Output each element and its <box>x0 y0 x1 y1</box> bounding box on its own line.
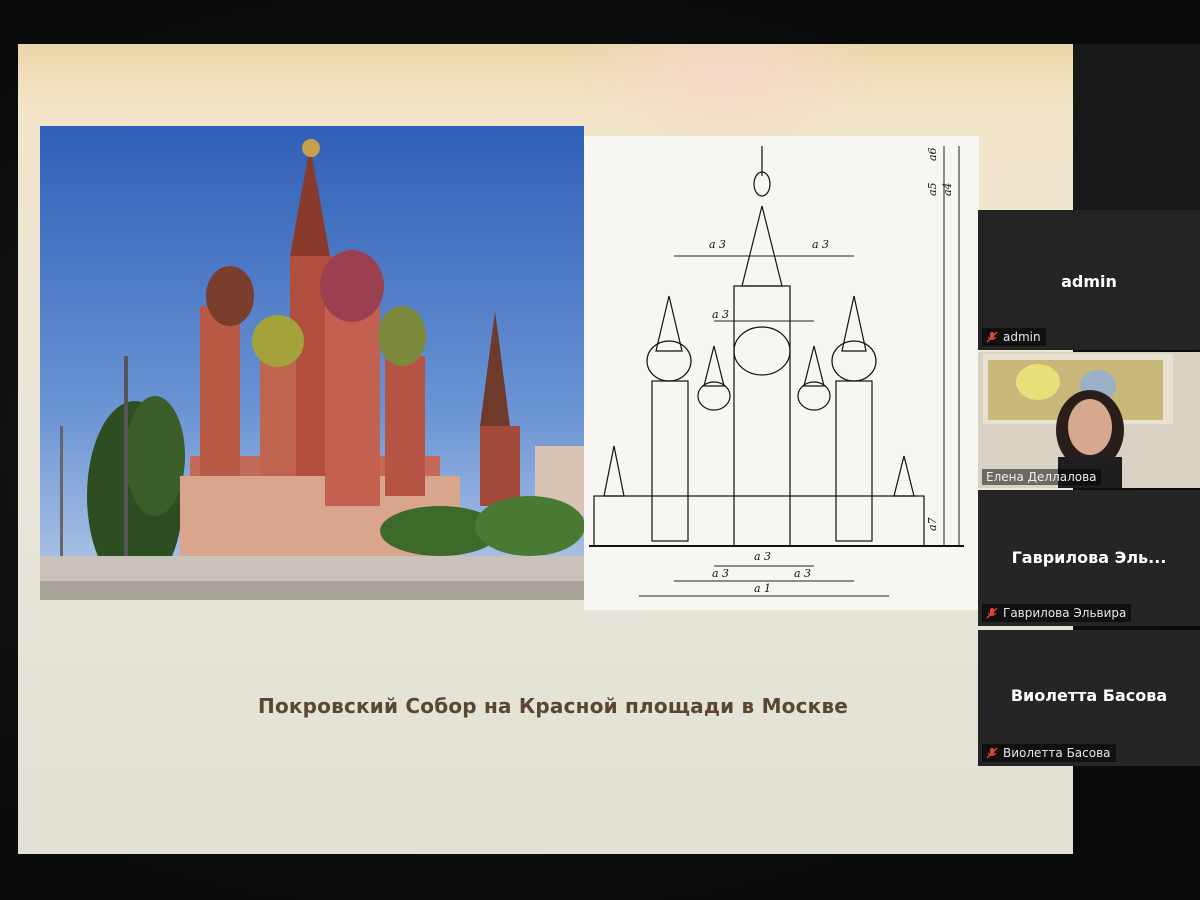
participant-tile-video[interactable]: Елена Деллалова <box>978 352 1200 488</box>
participant-tile-gavrilova[interactable]: Гаврилова Эль... Гаврилова Эльвира <box>978 490 1200 626</box>
microphone-muted-icon <box>986 607 998 619</box>
dim-label-a7: a7 <box>926 517 939 531</box>
screen-edge <box>1073 44 1200 210</box>
dim-label-a3-top-left: a 3 <box>709 238 726 251</box>
participant-name-tag: Гаврилова Эльвира <box>982 604 1132 622</box>
shared-screen: a 3 a 3 a 3 a 3 a 3 a 3 a 1 a5 a4 a6 a7 … <box>18 44 1073 854</box>
participant-video-feed <box>978 352 1200 488</box>
participant-display-name: admin <box>1061 272 1117 291</box>
dim-label-a6: a6 <box>926 147 939 161</box>
participant-tile-basova[interactable]: Виолетта Басова Виолетта Басова <box>978 630 1200 766</box>
participant-name-tag: Виолетта Басова <box>982 744 1116 762</box>
drawing-svg: a 3 a 3 a 3 a 3 a 3 a 3 a 1 a5 a4 a6 a7 <box>589 146 964 597</box>
dim-label-a1: a 1 <box>754 582 771 595</box>
dim-label-a3-bottom-right: a 3 <box>794 567 811 580</box>
dim-label-a5: a5 <box>926 182 939 196</box>
dim-label-a3-bottom-center: a 3 <box>754 550 771 563</box>
cathedral-proportion-drawing: a 3 a 3 a 3 a 3 a 3 a 3 a 1 a5 a4 a6 a7 <box>584 136 979 610</box>
slide-caption: Покровский Собор на Красной площади в Мо… <box>258 694 849 718</box>
participant-tag-label: Виолетта Басова <box>1003 746 1111 760</box>
participant-display-name: Виолетта Басова <box>1010 686 1168 705</box>
dim-label-a3-top-right: a 3 <box>812 238 829 251</box>
participant-name-tag: admin <box>982 328 1046 346</box>
dim-label-a4: a4 <box>941 182 954 196</box>
cathedral-photo <box>40 126 584 600</box>
participant-tag-label: Гаврилова Эльвира <box>1003 606 1127 620</box>
dim-label-a3-bottom-left: a 3 <box>712 567 729 580</box>
participant-display-name: Гаврилова Эль... <box>1011 548 1167 567</box>
microphone-muted-icon <box>986 331 998 343</box>
participant-tile-admin[interactable]: admin admin <box>978 210 1200 350</box>
participant-tag-label: Елена Деллалова <box>982 469 1101 485</box>
participant-tag-label: admin <box>1003 330 1041 344</box>
microphone-muted-icon <box>986 747 998 759</box>
dim-label-a3-mid: a 3 <box>712 308 729 321</box>
cathedral-photo-illustration <box>40 126 584 600</box>
